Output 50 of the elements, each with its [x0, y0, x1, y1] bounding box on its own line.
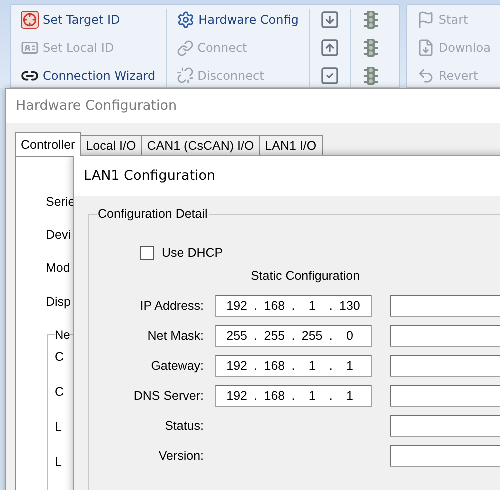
undo-icon [416, 66, 435, 85]
arrow-up-icon [320, 38, 340, 58]
input-field[interactable] [390, 355, 500, 377]
checkbox[interactable] [140, 246, 154, 260]
checkbox-icon [320, 66, 340, 86]
download-icon [416, 39, 435, 57]
traffic-light-icon [364, 38, 378, 58]
field-label: IP Address: [140, 299, 204, 313]
window-title: Hardware Configuration [16, 98, 178, 114]
id-card-icon [21, 39, 39, 57]
target-icon [21, 11, 39, 30]
window-title: LAN1 Configuration [84, 168, 216, 184]
checkbox-label: Use DHCP [162, 246, 224, 260]
ribbon-button[interactable]: Set Target ID [19, 9, 158, 32]
ribbon-button[interactable]: Hardware Config [174, 9, 301, 32]
broken-link-icon [176, 67, 194, 84]
field-label: Net Mask: [148, 329, 204, 343]
chain-link-icon [176, 40, 194, 56]
group-title: Ne [55, 328, 70, 342]
tab[interactable]: CAN1 (CsCAN) I/O [141, 135, 260, 156]
field-label: DNS Server: [134, 389, 204, 403]
field-label: Gateway: [151, 359, 204, 373]
input-field[interactable] [390, 445, 500, 467]
tab[interactable]: Controller [15, 132, 82, 156]
flag-icon [416, 11, 435, 30]
ip-address-field[interactable]: 255 . 255 . 255 . 0 [215, 325, 372, 347]
field-label: C [55, 384, 64, 401]
field-label: L [55, 454, 62, 471]
field-label: Version: [158, 449, 204, 463]
traffic-light-icon [364, 10, 378, 30]
input-field[interactable] [390, 325, 500, 347]
ip-address-field[interactable]: 192 . 168 . 1 . 1 [215, 385, 372, 407]
traffic-light-icon [364, 66, 378, 86]
ip-address-field[interactable]: 192 . 168 . 1 . 1 [215, 355, 372, 377]
input-field[interactable] [390, 295, 500, 317]
field-label: Status: [165, 419, 204, 433]
field-label: Mod [46, 260, 70, 278]
tab[interactable]: LAN1 I/O [259, 135, 323, 156]
field-label: Disp [46, 294, 72, 311]
group-title: Configuration Detail [97, 207, 209, 221]
field-label: C [55, 348, 64, 366]
input-field[interactable] [390, 385, 500, 407]
section-heading: Static Configuration [250, 268, 360, 285]
gear-icon [176, 11, 195, 30]
input-field[interactable] [390, 415, 500, 437]
arrow-down-icon [320, 10, 340, 30]
ribbon-button[interactable]: Connection Wizard [19, 64, 158, 88]
field-label: L [55, 418, 62, 436]
ip-address-field[interactable]: 192 . 168 . 1 . 130 [215, 295, 372, 317]
field-label: Devi [46, 227, 72, 244]
